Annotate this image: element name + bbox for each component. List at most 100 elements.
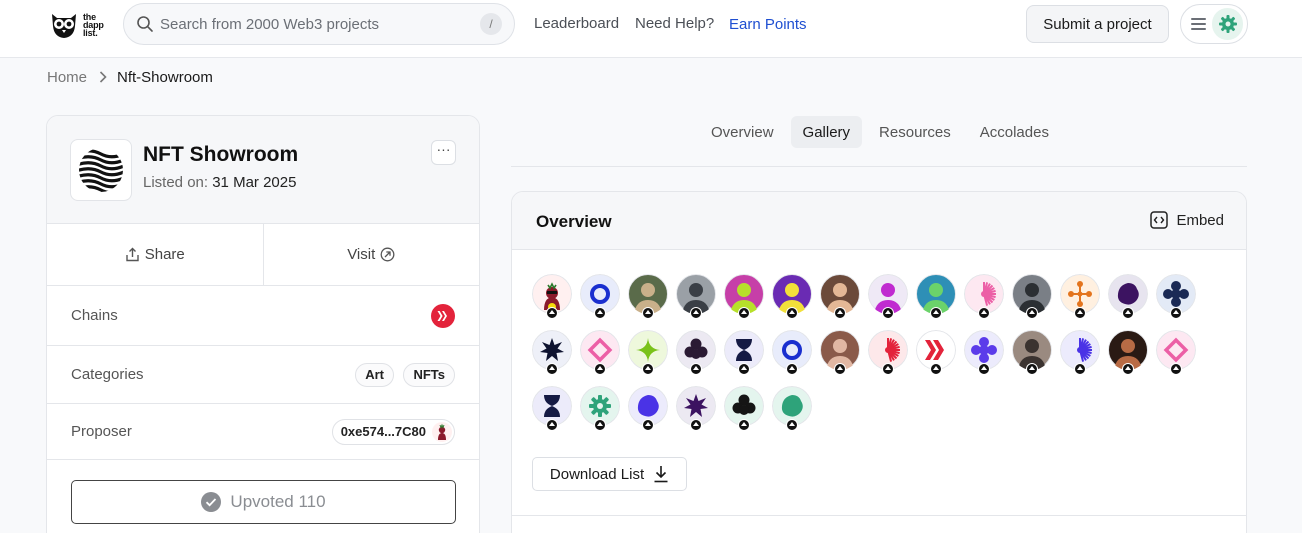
category-chip-nfts[interactable]: NFTs	[403, 362, 455, 387]
search-input[interactable]	[160, 15, 480, 33]
upvote-badge-icon	[1026, 307, 1038, 319]
upvoter-avatar[interactable]	[724, 274, 764, 319]
upvote-badge-icon	[690, 307, 702, 319]
upvoter-avatar[interactable]	[1060, 330, 1100, 375]
upvote-badge-icon	[786, 363, 798, 375]
search-icon	[137, 16, 153, 32]
share-label: Share	[144, 246, 185, 263]
upvoter-avatar[interactable]	[676, 330, 716, 375]
submit-project-button[interactable]: Submit a project	[1026, 5, 1169, 43]
upvoter-avatar[interactable]	[916, 330, 956, 375]
breadcrumb-home-link[interactable]: Home	[47, 69, 87, 86]
upvoter-avatar[interactable]	[628, 386, 668, 431]
upvoter-avatar[interactable]	[628, 274, 668, 319]
upvoter-avatar[interactable]	[1012, 330, 1052, 375]
dapplist-logo[interactable]: the dapp list.	[49, 8, 111, 42]
tab-overview[interactable]: Overview	[699, 116, 786, 148]
upvoter-avatar[interactable]	[676, 386, 716, 431]
upvoter-avatar[interactable]	[676, 274, 716, 319]
visit-button[interactable]: Visit	[262, 224, 480, 285]
upvoter-avatar[interactable]	[772, 330, 812, 375]
upvoter-avatar[interactable]	[580, 386, 620, 431]
upvote-badge-icon	[594, 419, 606, 431]
upvote-badge-icon	[594, 363, 606, 375]
upvoter-avatar[interactable]	[1060, 274, 1100, 319]
search-bar[interactable]: /	[123, 3, 515, 45]
upvote-badge-icon	[834, 307, 846, 319]
proposer-row: Proposer 0xe574...7C80	[47, 404, 479, 460]
upvote-badge-icon	[546, 363, 558, 375]
upvoter-avatar[interactable]	[532, 386, 572, 431]
hive-chain-icon[interactable]	[431, 303, 455, 328]
upvote-badge-icon	[930, 363, 942, 375]
user-avatar	[1212, 8, 1243, 40]
share-icon	[126, 247, 139, 262]
download-list-button[interactable]: Download List	[532, 457, 687, 491]
proposer-address: 0xe574...7C80	[340, 424, 426, 439]
upvoter-avatar[interactable]	[532, 330, 572, 375]
upvoter-avatar[interactable]	[772, 386, 812, 431]
upvote-badge-icon	[546, 307, 558, 319]
tab-gallery[interactable]: Gallery	[790, 116, 863, 148]
upvote-badge-icon	[834, 363, 846, 375]
upvote-badge-icon	[642, 419, 654, 431]
upvoter-avatar[interactable]	[1108, 330, 1148, 375]
upvoter-avatar[interactable]	[1156, 330, 1196, 375]
upvote-button[interactable]: Upvoted 110	[71, 480, 456, 524]
project-listed-date: Listed on: 31 Mar 2025	[143, 174, 296, 191]
proposer-label: Proposer	[71, 423, 132, 440]
download-list-label: Download List	[549, 465, 645, 483]
upvoter-avatar[interactable]	[964, 274, 1004, 319]
download-icon	[654, 466, 668, 483]
upvoter-avatar[interactable]	[916, 274, 956, 319]
upvote-badge-icon	[690, 419, 702, 431]
upvoter-avatar[interactable]	[772, 274, 812, 319]
upvoter-avatar[interactable]	[532, 274, 572, 319]
upvoter-avatar[interactable]	[724, 330, 764, 375]
upvoter-avatar[interactable]	[628, 330, 668, 375]
category-chip-art[interactable]: Art	[355, 362, 394, 387]
upvoter-avatar[interactable]	[964, 330, 1004, 375]
nav-help-link[interactable]: Need Help?	[635, 15, 714, 32]
upvoter-avatar[interactable]	[724, 386, 764, 431]
upvote-badge-icon	[1026, 363, 1038, 375]
upvoter-avatar[interactable]	[820, 274, 860, 319]
upvoter-avatar[interactable]	[1156, 274, 1196, 319]
nft-showroom-logo-icon	[79, 148, 123, 192]
embed-code-icon	[1150, 211, 1169, 229]
tab-resources[interactable]: Resources	[867, 116, 963, 148]
upvote-badge-icon	[978, 363, 990, 375]
chains-row: Chains	[47, 286, 479, 346]
upvoter-avatar[interactable]	[1108, 274, 1148, 319]
nav-leaderboard-link[interactable]: Leaderboard	[534, 15, 619, 32]
embed-button[interactable]: Embed	[1150, 211, 1224, 229]
upvoter-avatar[interactable]	[1012, 274, 1052, 319]
more-options-button[interactable]: ···	[431, 140, 456, 165]
upvote-badge-icon	[1122, 307, 1134, 319]
upvote-badge-icon	[1074, 307, 1086, 319]
logo-word-list: list.	[83, 28, 98, 38]
chevron-right-icon	[99, 70, 107, 86]
project-logo	[70, 139, 132, 201]
check-circle-icon	[201, 492, 222, 512]
upvoter-avatar[interactable]	[868, 330, 908, 375]
gallery-panel-header: Overview Embed	[512, 192, 1246, 250]
upvoter-avatar[interactable]	[580, 330, 620, 375]
hamburger-menu-icon	[1191, 18, 1207, 30]
upvoter-avatar[interactable]	[868, 274, 908, 319]
proposer-chip[interactable]: 0xe574...7C80	[331, 418, 455, 445]
project-actions: Share Visit	[47, 224, 479, 286]
account-menu-button[interactable]	[1180, 4, 1248, 44]
upvoter-avatar[interactable]	[820, 330, 860, 375]
tab-accolades[interactable]: Accolades	[968, 116, 1061, 148]
upvote-label: Upvoted 110	[230, 492, 326, 511]
upvote-badge-icon	[738, 363, 750, 375]
upvoter-avatar[interactable]	[580, 274, 620, 319]
upvote-badge-icon	[738, 307, 750, 319]
project-header: NFT Showroom Listed on: 31 Mar 2025 ···	[47, 116, 479, 224]
share-button[interactable]: Share	[47, 224, 263, 285]
chains-label: Chains	[71, 307, 118, 324]
embed-label: Embed	[1176, 211, 1224, 229]
nav-earn-points-link[interactable]: Earn Points	[729, 16, 807, 33]
breadcrumb: Home Nft-Showroom	[47, 69, 213, 86]
